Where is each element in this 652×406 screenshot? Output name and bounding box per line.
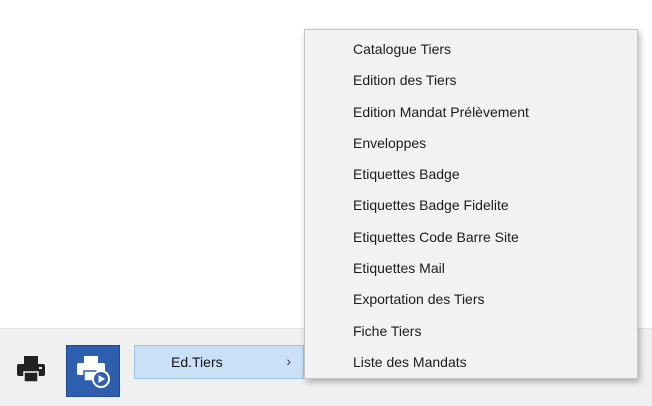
menu-item-fiche-tiers[interactable]: Fiche Tiers [305, 316, 637, 347]
menu-item-etiquettes-code-barre-site[interactable]: Etiquettes Code Barre Site [305, 222, 637, 253]
menu-item-enveloppes[interactable]: Enveloppes [305, 128, 637, 159]
edition-button[interactable] [66, 345, 120, 397]
menu-item-edition-des-tiers[interactable]: Edition des Tiers [305, 65, 637, 96]
menu-item-etiquettes-mail[interactable]: Etiquettes Mail [305, 253, 637, 284]
menu-item-liste-des-mandats[interactable]: Liste des Mandats [305, 347, 637, 378]
submenu-ed-tiers[interactable]: Ed.Tiers › [134, 345, 304, 379]
menu-item-catalogue-tiers[interactable]: Catalogue Tiers [305, 34, 637, 65]
menu-item-etiquettes-badge[interactable]: Etiquettes Badge [305, 159, 637, 190]
chevron-right-icon: › [286, 353, 291, 369]
menu-list: Catalogue Tiers Edition des Tiers Editio… [305, 30, 637, 378]
printer-icon [17, 356, 45, 383]
menu-item-exportation-des-tiers[interactable]: Exportation des Tiers [305, 284, 637, 315]
menu-item-etiquettes-badge-fidelite[interactable]: Etiquettes Badge Fidelite [305, 190, 637, 221]
menu-item-edition-mandat-prelevement[interactable]: Edition Mandat Prélèvement [305, 97, 637, 128]
submenu-label: Ed.Tiers [171, 354, 223, 370]
popup-menu: Catalogue Tiers Edition des Tiers Editio… [304, 29, 638, 379]
printer-button[interactable] [14, 352, 48, 386]
printer-play-icon [77, 356, 110, 388]
